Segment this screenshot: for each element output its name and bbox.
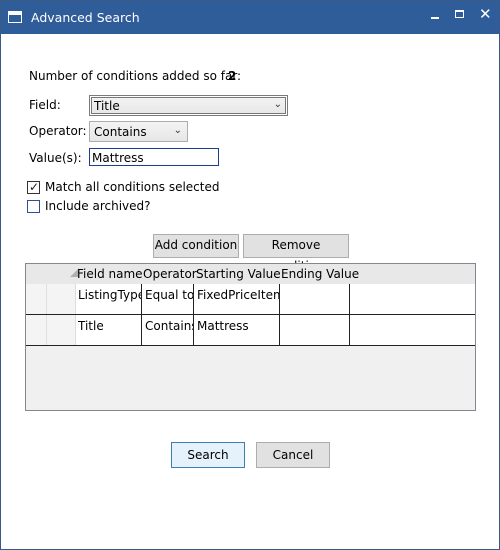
search-button-label: Search	[187, 448, 229, 462]
values-input[interactable]: Mattress	[89, 148, 219, 166]
advanced-search-window: Advanced Search ✕ Number of conditions a…	[0, 0, 500, 550]
remove-condition-button[interactable]: Remove condition	[243, 234, 349, 273]
window-icon	[8, 11, 22, 23]
conditions-grid[interactable]: Field name Operator Starting Value Endin…	[25, 263, 476, 411]
checkmark-icon: ✓	[29, 180, 40, 194]
cell-field-name[interactable]: Title	[75, 315, 142, 345]
column-header-field-name[interactable]: Field name	[77, 267, 143, 281]
title-bar[interactable]: Advanced Search ✕	[1, 1, 499, 34]
column-header-ending-value[interactable]: Ending Value	[281, 267, 359, 281]
cell-starting-value[interactable]: Mattress	[194, 315, 280, 345]
add-condition-label: Add condition	[154, 238, 238, 252]
cancel-button[interactable]: Cancel	[256, 442, 330, 468]
operator-dropdown[interactable]: Contains ⌄	[89, 121, 188, 142]
search-button[interactable]: Search	[171, 442, 245, 468]
chevron-down-icon: ⌄	[173, 125, 182, 136]
values-label: Value(s):	[29, 151, 82, 165]
include-archived-label[interactable]: Include archived?	[45, 199, 151, 213]
maximize-icon	[455, 10, 464, 18]
conditions-count-value: 2	[228, 69, 237, 83]
operator-label: Operator:	[29, 124, 87, 138]
row-header[interactable]	[26, 315, 76, 345]
field-dropdown-value: Title	[94, 99, 120, 113]
cell-starting-value[interactable]: FixedPriceItem	[194, 284, 280, 314]
window-title: Advanced Search	[31, 10, 140, 25]
grid-header: Field name Operator Starting Value Endin…	[26, 264, 475, 285]
operator-dropdown-value: Contains	[94, 125, 147, 139]
conditions-count-label: Number of conditions added so far:	[29, 69, 242, 83]
chevron-down-icon: ⌄	[273, 99, 282, 110]
cell-operator[interactable]: Contains	[142, 315, 194, 345]
column-header-starting-value[interactable]: Starting Value	[196, 267, 281, 281]
close-icon: ✕	[479, 5, 492, 23]
values-input-text: Mattress	[92, 151, 144, 165]
cell-ending-value[interactable]	[280, 284, 350, 314]
include-archived-checkbox[interactable]	[27, 200, 40, 213]
row-header[interactable]	[26, 284, 76, 314]
field-dropdown[interactable]: Title ⌄	[89, 95, 288, 116]
field-label: Field:	[29, 98, 61, 112]
maximize-button[interactable]	[447, 1, 473, 31]
minimize-button[interactable]	[422, 1, 448, 31]
add-condition-button[interactable]: Add condition	[153, 234, 239, 258]
minimize-icon	[431, 17, 439, 19]
cell-operator[interactable]: Equal to	[142, 284, 194, 314]
cell-ending-value[interactable]	[280, 315, 350, 345]
cancel-button-label: Cancel	[272, 448, 314, 462]
table-row[interactable]: Title Contains Mattress	[26, 315, 475, 346]
close-button[interactable]: ✕	[473, 1, 499, 31]
column-header-operator[interactable]: Operator	[143, 267, 197, 281]
match-all-checkbox[interactable]: ✓	[27, 180, 40, 194]
cell-field-name[interactable]: ListingType	[75, 284, 142, 314]
match-all-label[interactable]: Match all conditions selected	[45, 180, 219, 194]
table-row[interactable]: ListingType Equal to FixedPriceItem	[26, 284, 475, 315]
